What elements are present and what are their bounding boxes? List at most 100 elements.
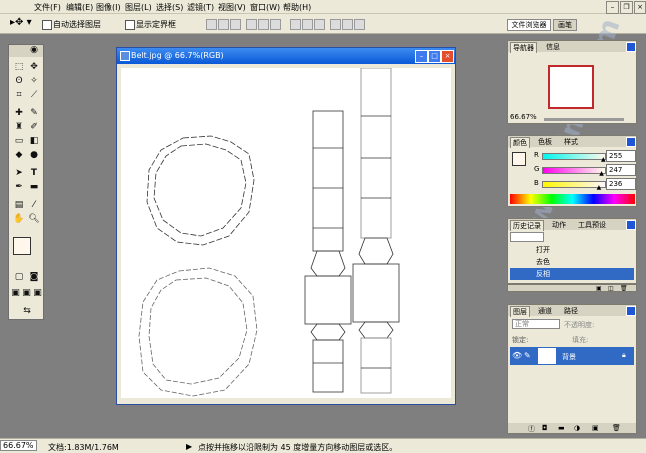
tab-history[interactable]: 历史记录 xyxy=(510,220,544,231)
screen-mode-standard-icon[interactable]: ▣ xyxy=(10,287,21,299)
marquee-icon[interactable]: ⬚ xyxy=(12,61,26,73)
distribute-right-icon[interactable] xyxy=(354,19,365,30)
slice-icon[interactable]: ⟋ xyxy=(27,89,41,101)
eraser-icon[interactable]: ▭ xyxy=(12,135,26,147)
align-top-icon[interactable] xyxy=(206,19,217,30)
menu-view[interactable]: 视图(V) xyxy=(218,2,246,13)
screen-mode-menu-icon[interactable]: ▣ xyxy=(21,287,32,299)
layer-mask-icon[interactable]: ◘ xyxy=(542,424,548,432)
screen-mode-full-icon[interactable]: ▣ xyxy=(32,287,43,299)
history-close-icon[interactable] xyxy=(626,220,636,230)
navigator-zoom-slider[interactable] xyxy=(544,118,624,121)
navigator-preview[interactable] xyxy=(548,65,594,109)
align-right-icon[interactable] xyxy=(270,19,281,30)
document-titlebar[interactable]: Belt.jpg @ 66.7%(RGB) – □ × xyxy=(117,48,455,64)
color-close-icon[interactable] xyxy=(626,137,636,147)
show-bounding-box-checkbox[interactable] xyxy=(125,20,135,30)
restore-icon[interactable]: ❐ xyxy=(620,1,633,14)
distribute-top-icon[interactable] xyxy=(290,19,301,30)
healing-brush-icon[interactable]: ✚ xyxy=(12,107,26,119)
close-icon[interactable]: × xyxy=(634,1,646,14)
zoom-icon[interactable]: 🔍︎ xyxy=(27,213,41,225)
tab-layers[interactable]: 图层 xyxy=(510,306,530,317)
channel-b-value[interactable]: 236 xyxy=(606,178,636,190)
tab-paths[interactable]: 路径 xyxy=(562,306,580,316)
adjustment-layer-icon[interactable]: ◑ xyxy=(574,424,580,432)
history-item-open[interactable]: 打开 xyxy=(510,244,634,256)
crop-icon[interactable]: ⌗ xyxy=(12,89,26,101)
slider-thumb-icon[interactable]: ▲ xyxy=(597,185,602,191)
brushes-tab[interactable]: 画笔 xyxy=(553,19,577,31)
clone-stamp-icon[interactable]: ♜ xyxy=(12,121,26,133)
distribute-bottom-icon[interactable] xyxy=(314,19,325,30)
blend-mode-select[interactable]: 正常 xyxy=(512,319,560,329)
path-selection-icon[interactable]: ➤ xyxy=(12,167,26,179)
magic-wand-icon[interactable]: ✧ xyxy=(27,75,41,87)
menu-window[interactable]: 窗口(W) xyxy=(250,2,280,13)
adobe-logo-icon[interactable]: ◉ xyxy=(27,44,41,56)
gradient-icon[interactable]: ◧ xyxy=(27,135,41,147)
tab-channels[interactable]: 通道 xyxy=(536,306,554,316)
slider-thumb-icon[interactable]: ▲ xyxy=(601,157,606,163)
align-left-icon[interactable] xyxy=(246,19,257,30)
align-bottom-icon[interactable] xyxy=(230,19,241,30)
tab-actions[interactable]: 动作 xyxy=(550,220,568,230)
tab-info[interactable]: 信息 xyxy=(544,42,562,52)
doc-close-icon[interactable]: × xyxy=(441,50,454,63)
brush-link-icon[interactable]: ✎ xyxy=(524,351,531,360)
new-layer-icon[interactable]: ▣ xyxy=(592,424,599,432)
status-zoom[interactable]: 66.67% xyxy=(0,440,37,451)
align-vcenter-icon[interactable] xyxy=(218,19,229,30)
history-snapshot[interactable] xyxy=(510,232,544,242)
menu-file[interactable]: 文件(F) xyxy=(34,2,61,13)
file-browser-tab[interactable]: 文件浏览器 xyxy=(507,19,551,31)
color-ramp[interactable] xyxy=(510,194,635,204)
distribute-hcenter-icon[interactable] xyxy=(342,19,353,30)
distribute-left-icon[interactable] xyxy=(330,19,341,30)
history-new-doc-icon[interactable]: ▣ xyxy=(596,285,602,292)
brush-icon[interactable]: ✎ xyxy=(27,107,41,119)
color-fg-swatch[interactable] xyxy=(512,152,526,166)
tab-styles[interactable]: 样式 xyxy=(562,137,580,147)
tab-color[interactable]: 颜色 xyxy=(510,137,530,148)
dodge-icon[interactable]: ● xyxy=(27,149,41,161)
blur-icon[interactable]: ◆ xyxy=(12,149,26,161)
standard-mode-icon[interactable]: ▢ xyxy=(12,271,26,283)
navigator-close-icon[interactable] xyxy=(626,42,636,52)
auto-select-layer-checkbox[interactable] xyxy=(42,20,52,30)
menu-select[interactable]: 选择(S) xyxy=(156,2,183,13)
shape-icon[interactable]: ▬ xyxy=(27,181,41,193)
eye-icon[interactable]: 👁︎ xyxy=(512,351,522,360)
channel-g-slider[interactable]: ▲ xyxy=(542,167,606,177)
delete-layer-icon[interactable]: 🗑︎ xyxy=(612,424,621,432)
layer-set-icon[interactable]: ▬ xyxy=(558,424,565,432)
tab-navigator[interactable]: 导航器 xyxy=(510,42,537,53)
lasso-icon[interactable]: ʘ xyxy=(12,75,26,87)
type-icon[interactable]: T xyxy=(27,167,41,179)
channel-r-slider[interactable]: ▲ xyxy=(542,153,606,163)
doc-minimize-icon[interactable]: – xyxy=(415,50,428,63)
history-trash-icon[interactable]: 🗑︎ xyxy=(620,285,628,292)
menu-layer[interactable]: 图层(L) xyxy=(125,2,152,13)
tab-tool-presets[interactable]: 工具预设 xyxy=(576,220,608,230)
jump-to-imageready-icon[interactable]: ⇆ xyxy=(15,305,39,317)
eyedropper-icon[interactable]: ⁄ xyxy=(27,199,41,211)
minimize-icon[interactable]: – xyxy=(606,1,619,14)
notes-icon[interactable]: ▤ xyxy=(12,199,26,211)
hand-icon[interactable]: ✋ xyxy=(12,213,26,225)
move-icon[interactable]: ✥ xyxy=(27,61,41,73)
quick-mask-icon[interactable]: ◙ xyxy=(27,271,41,283)
menu-help[interactable]: 帮助(H) xyxy=(283,2,311,13)
slider-thumb-icon[interactable]: ▲ xyxy=(599,171,604,177)
layer-row-background[interactable]: 👁︎ ✎ 背景 🔒︎ xyxy=(510,347,634,365)
menu-filter[interactable]: 滤镜(T) xyxy=(187,2,214,13)
tab-swatches[interactable]: 色板 xyxy=(536,137,554,147)
foreground-color-swatch[interactable] xyxy=(13,237,31,255)
doc-maximize-icon[interactable]: □ xyxy=(428,50,441,63)
status-arrow-icon[interactable]: ▶ xyxy=(186,442,192,451)
channel-g-value[interactable]: 247 xyxy=(606,164,636,176)
navigator-zoom[interactable]: 66.67% xyxy=(510,113,537,121)
channel-b-slider[interactable]: ▲ xyxy=(542,181,606,191)
channel-r-value[interactable]: 255 xyxy=(606,150,636,162)
distribute-vcenter-icon[interactable] xyxy=(302,19,313,30)
